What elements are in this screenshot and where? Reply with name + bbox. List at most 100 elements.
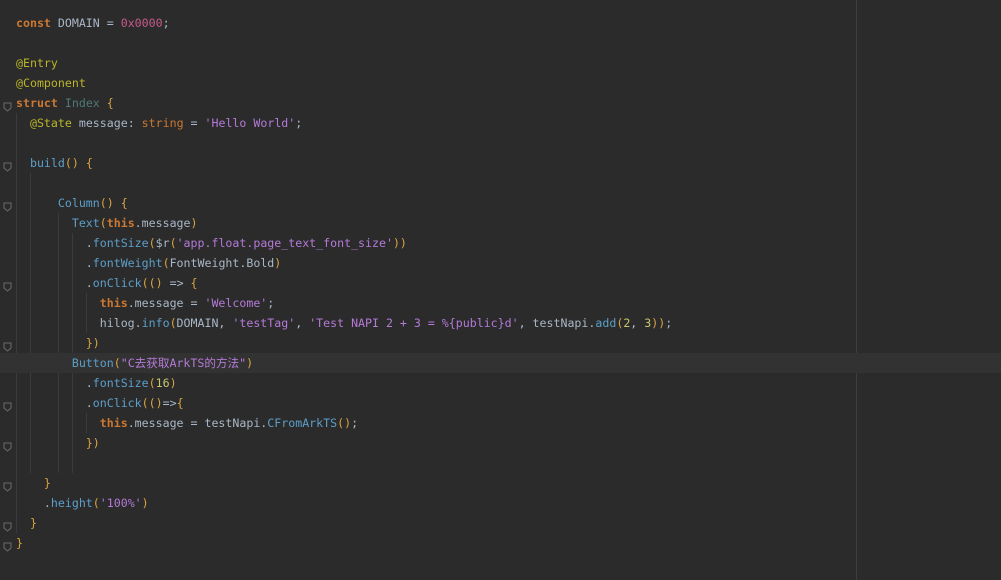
code-token: @State [29, 116, 72, 130]
code-line[interactable]: struct Index { [0, 93, 1001, 113]
code-line[interactable]: this.message = 'Welcome'; [0, 293, 1001, 313]
code-line[interactable]: @Component [0, 73, 1001, 93]
fold-marker-icon[interactable] [3, 398, 12, 412]
code-token: hilog. [16, 316, 142, 330]
code-token: fontWeight [92, 256, 163, 270]
code-token: . [16, 376, 93, 390]
fold-marker-icon[interactable] [3, 98, 12, 112]
code-token: () [99, 196, 114, 210]
code-line-text: Column() { [16, 193, 128, 213]
code-token: 0x0000 [120, 16, 163, 30]
fold-marker-icon[interactable] [3, 438, 12, 452]
code-token: ( [148, 236, 156, 250]
code-line[interactable]: .height('100%') [0, 493, 1001, 513]
code-token: ( [92, 496, 100, 510]
code-token: ( [169, 316, 177, 330]
code-token: ; [162, 16, 170, 30]
fold-marker-icon[interactable] [3, 338, 12, 352]
code-token: ) [246, 356, 254, 370]
code-token: this [106, 216, 135, 230]
code-line[interactable]: } [0, 473, 1001, 493]
code-line[interactable] [0, 33, 1001, 53]
code-line[interactable] [0, 453, 1001, 473]
code-token: () [64, 156, 79, 170]
code-line-text: .fontWeight(FontWeight.Bold) [16, 253, 281, 273]
code-line-text: Button("C去获取ArkTS的方法") [16, 353, 253, 373]
code-token: 'Hello World' [204, 116, 296, 130]
code-token: Column [57, 196, 100, 210]
code-token: add [595, 316, 617, 330]
code-token: message: [71, 116, 142, 130]
code-token: .message = testNapi. [127, 416, 268, 430]
code-line[interactable]: }) [0, 433, 1001, 453]
code-token: { [85, 156, 93, 170]
code-line-text: const DOMAIN = 0x0000; [16, 13, 170, 33]
code-line[interactable]: .fontSize($r('app.float.page_text_font_s… [0, 233, 1001, 253]
code-line[interactable]: } [0, 533, 1001, 553]
fold-marker-icon[interactable] [3, 198, 12, 212]
code-token: }) [85, 436, 100, 450]
code-token: . [16, 256, 93, 270]
fold-marker-icon[interactable] [3, 158, 12, 172]
code-line[interactable]: .fontSize(16) [0, 373, 1001, 393]
code-token: (() [141, 276, 163, 290]
code-line[interactable]: Button("C去获取ArkTS的方法") [0, 353, 1001, 373]
code-line[interactable]: const DOMAIN = 0x0000; [0, 13, 1001, 33]
code-token: onClick [92, 276, 142, 290]
code-line[interactable]: @Entry [0, 53, 1001, 73]
code-line[interactable]: this.message = testNapi.CFromArkTS(); [0, 413, 1001, 433]
code-token: ; [665, 316, 673, 330]
code-line[interactable]: @State message: string = 'Hello World'; [0, 113, 1001, 133]
code-token: (() [141, 396, 163, 410]
code-line[interactable]: Text(this.message) [0, 213, 1001, 233]
code-editor[interactable]: const DOMAIN = 0x0000; @Entry @Component st… [0, 0, 1001, 580]
fold-marker-icon[interactable] [3, 278, 12, 292]
code-line[interactable] [0, 173, 1001, 193]
code-line[interactable]: .onClick(()=>{ [0, 393, 1001, 413]
code-line[interactable] [0, 133, 1001, 153]
code-token: , [630, 316, 645, 330]
code-line-text: } [16, 473, 51, 493]
fold-marker-icon[interactable] [3, 478, 12, 492]
code-line-text: this.message = testNapi.CFromArkTS(); [16, 413, 358, 433]
code-line-text: .fontSize(16) [16, 373, 177, 393]
code-token: @Entry [16, 56, 58, 70]
code-token: this [99, 296, 128, 310]
code-token: onClick [92, 396, 142, 410]
code-line[interactable]: hilog.info(DOMAIN, 'testTag', 'Test NAPI… [0, 313, 1001, 333]
code-token: ( [162, 256, 170, 270]
code-token: { [120, 196, 128, 210]
code-token: . [16, 236, 93, 250]
code-token: ; [351, 416, 359, 430]
code-token: = [106, 16, 114, 30]
code-token: { [190, 276, 198, 290]
code-line[interactable]: .onClick(() => { [0, 273, 1001, 293]
code-line[interactable]: }) [0, 333, 1001, 353]
code-token: ) [190, 216, 198, 230]
fold-marker-icon[interactable] [3, 518, 12, 532]
code-line-text: }) [16, 433, 100, 453]
code-lines[interactable]: const DOMAIN = 0x0000; @Entry @Component st… [0, 13, 1001, 553]
code-line[interactable]: Column() { [0, 193, 1001, 213]
code-line[interactable]: .fontWeight(FontWeight.Bold) [0, 253, 1001, 273]
code-token: => [162, 276, 191, 290]
code-token: ( [148, 376, 156, 390]
code-line[interactable]: } [0, 513, 1001, 533]
code-token: , testNapi. [518, 316, 596, 330]
fold-marker-icon[interactable] [3, 538, 12, 552]
code-line[interactable]: build() { [0, 153, 1001, 173]
code-line-text: }) [16, 333, 100, 353]
code-line-text: @State message: string = 'Hello World'; [16, 113, 302, 133]
